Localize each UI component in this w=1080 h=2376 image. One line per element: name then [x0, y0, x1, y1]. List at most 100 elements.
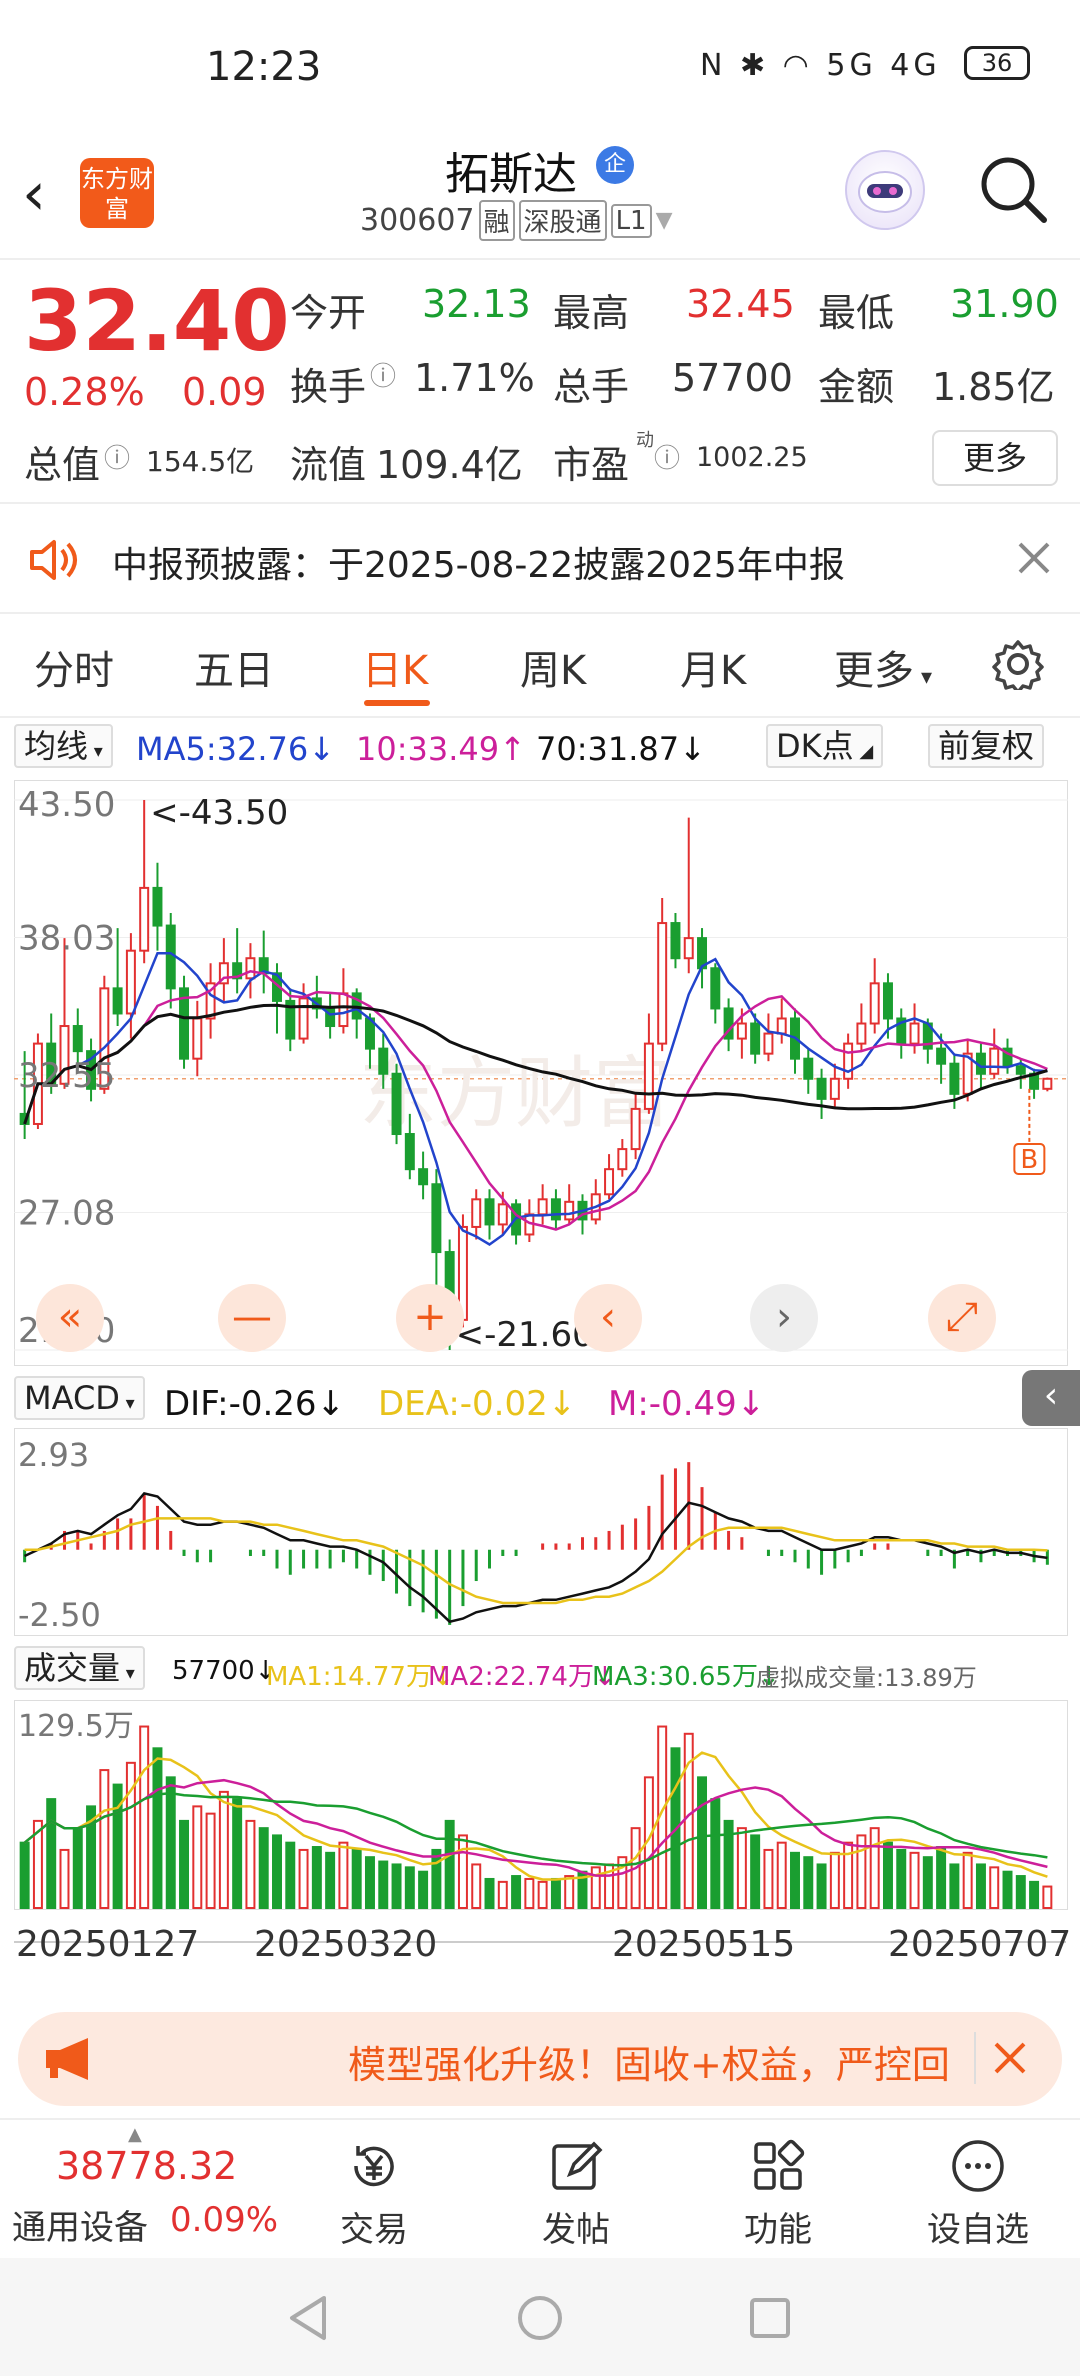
candle	[630, 1107, 641, 1151]
macd-select[interactable]: MACD ▾	[14, 1376, 145, 1420]
candle	[72, 1025, 83, 1053]
volume-bar	[418, 1870, 429, 1909]
close-icon[interactable]	[992, 2040, 1028, 2080]
low-label: 最低	[818, 291, 895, 335]
notice-bar[interactable]: 中报预披露：于2025-08-22披露2025年中报	[0, 506, 1080, 614]
amount-label: 金额	[818, 365, 895, 409]
status-bar: 12:23 N ✱ ◠ 5G 4G 36	[0, 0, 1080, 130]
mcap-value: 154.5亿	[146, 445, 255, 478]
macd-m: M:-0.49↓	[608, 1384, 766, 1424]
nav-trade[interactable]: 交易	[314, 2138, 434, 2251]
volume-select[interactable]: 成交量 ▾	[14, 1646, 145, 1690]
candle	[617, 1148, 628, 1171]
candle	[550, 1198, 561, 1221]
promo-banner[interactable]: 模型强化升级！固收+权益，严控回	[18, 2012, 1062, 2106]
nav-watchlist-label: 设自选	[927, 2210, 1029, 2250]
collapse-side-icon[interactable]: ‹	[1022, 1370, 1080, 1426]
more-button[interactable]: 更多	[932, 430, 1058, 486]
volume-bar	[484, 1877, 495, 1910]
index-percent[interactable]: 0.09%	[170, 2200, 278, 2240]
zoom-in-icon-glyph: +	[413, 1294, 447, 1340]
volume-bar	[909, 1851, 920, 1910]
close-icon[interactable]	[1016, 540, 1052, 580]
search-icon[interactable]	[978, 154, 1048, 224]
gear-icon[interactable]	[992, 638, 1044, 694]
candle	[604, 1168, 615, 1196]
volume-bar	[325, 1851, 336, 1910]
volume-bar	[989, 1866, 1000, 1909]
dk-select[interactable]: DK点 ◢	[766, 724, 884, 768]
nav-function[interactable]: 功能	[718, 2138, 838, 2251]
chevron-down-icon[interactable]: ▼	[656, 208, 673, 233]
candle	[497, 1203, 508, 1226]
volume-bar	[192, 1805, 203, 1909]
volume-bar	[232, 1798, 243, 1909]
bottom-nav: ▲ 38778.32 通用设备 0.09% 交易 发帖 功能 设自选	[0, 2118, 1080, 2256]
candle	[989, 1047, 1000, 1075]
y-tick-label: 32.55	[18, 1056, 115, 1096]
back-arrow-icon[interactable]: ‹	[22, 164, 46, 224]
tab-daily-k[interactable]: 日K	[362, 638, 428, 696]
macd-chart[interactable]: 2.93 -2.50	[14, 1428, 1068, 1636]
promo-divider	[974, 2032, 976, 2084]
candle	[192, 1017, 203, 1060]
volume-bar	[829, 1851, 840, 1910]
info-icon[interactable]: ⓘ	[654, 438, 680, 475]
status-icons: N ✱ ◠ 5G 4G	[700, 48, 941, 83]
date-label: 20250707	[888, 1924, 1072, 1965]
volume-bar	[550, 1877, 561, 1910]
nav-post[interactable]: 发帖	[516, 2138, 636, 2251]
turnover-label: 换手	[290, 365, 367, 409]
volume-bar	[99, 1769, 110, 1909]
back-triangle-icon[interactable]	[286, 2294, 330, 2342]
ma-select[interactable]: 均线 ▾	[14, 724, 113, 768]
tab-more[interactable]: 更多 ▾	[834, 638, 932, 696]
change-percent: 0.28%	[24, 370, 145, 414]
info-icon[interactable]: ⓘ	[370, 356, 396, 393]
candle	[125, 949, 136, 1015]
home-circle-icon[interactable]	[516, 2294, 564, 2342]
tab-weekly-k[interactable]: 周K	[520, 638, 586, 696]
info-icon[interactable]: ⓘ	[104, 438, 130, 475]
assistant-robot-icon[interactable]	[845, 150, 925, 230]
volume-bar	[697, 1776, 708, 1909]
volume-bar	[882, 1841, 893, 1909]
adjust-select[interactable]: 前复权	[928, 724, 1045, 768]
tab-monthly-k[interactable]: 月K	[680, 638, 746, 696]
y-tick-label: 27.08	[18, 1194, 115, 1234]
prev-icon-glyph: ‹	[600, 1294, 616, 1340]
candle	[471, 1198, 482, 1228]
expand-up-icon[interactable]: ▲	[128, 2124, 142, 2145]
volume-ma2: MA2:22.74万↓	[428, 1662, 616, 1692]
candle	[949, 1062, 960, 1095]
volume-bar	[152, 1747, 163, 1909]
index-name[interactable]: 通用设备	[12, 2200, 148, 2249]
volume-chart[interactable]: 129.5万	[14, 1700, 1068, 1910]
candle	[776, 1017, 787, 1035]
buy-marker-label: B	[1020, 1145, 1038, 1175]
candle	[484, 1198, 495, 1226]
volume-bar	[258, 1827, 269, 1909]
recents-square-icon[interactable]	[748, 2296, 792, 2340]
nav-watchlist[interactable]: 设自选	[918, 2138, 1038, 2251]
candle	[869, 982, 880, 1025]
ma10-value: 10:33.49↑	[356, 730, 526, 768]
volume-bar	[72, 1827, 83, 1909]
tab-five-day[interactable]: 五日	[194, 638, 274, 696]
index-value[interactable]: 38778.32	[56, 2144, 237, 2188]
volume-bar	[537, 1880, 548, 1910]
volume-bar	[962, 1851, 973, 1910]
kline-chart[interactable]: 东方财富 43.5038.0332.5527.0821.60<-43.50<-2…	[14, 780, 1068, 1366]
volume-bar	[1002, 1870, 1013, 1909]
volume-bar	[936, 1846, 947, 1909]
more-dots-icon	[952, 2140, 1004, 2192]
macd-dif: DIF:-0.26↓	[164, 1384, 346, 1424]
volume-bar	[245, 1819, 256, 1909]
volume-bar	[816, 1863, 827, 1909]
tab-intraday[interactable]: 分时	[34, 638, 114, 696]
volume-bar	[750, 1834, 761, 1910]
volume-ma1: MA1:14.77万↓	[266, 1662, 454, 1692]
volume-bar	[922, 1856, 933, 1910]
volume-bar	[763, 1848, 774, 1909]
active-tab-indicator	[364, 700, 430, 706]
